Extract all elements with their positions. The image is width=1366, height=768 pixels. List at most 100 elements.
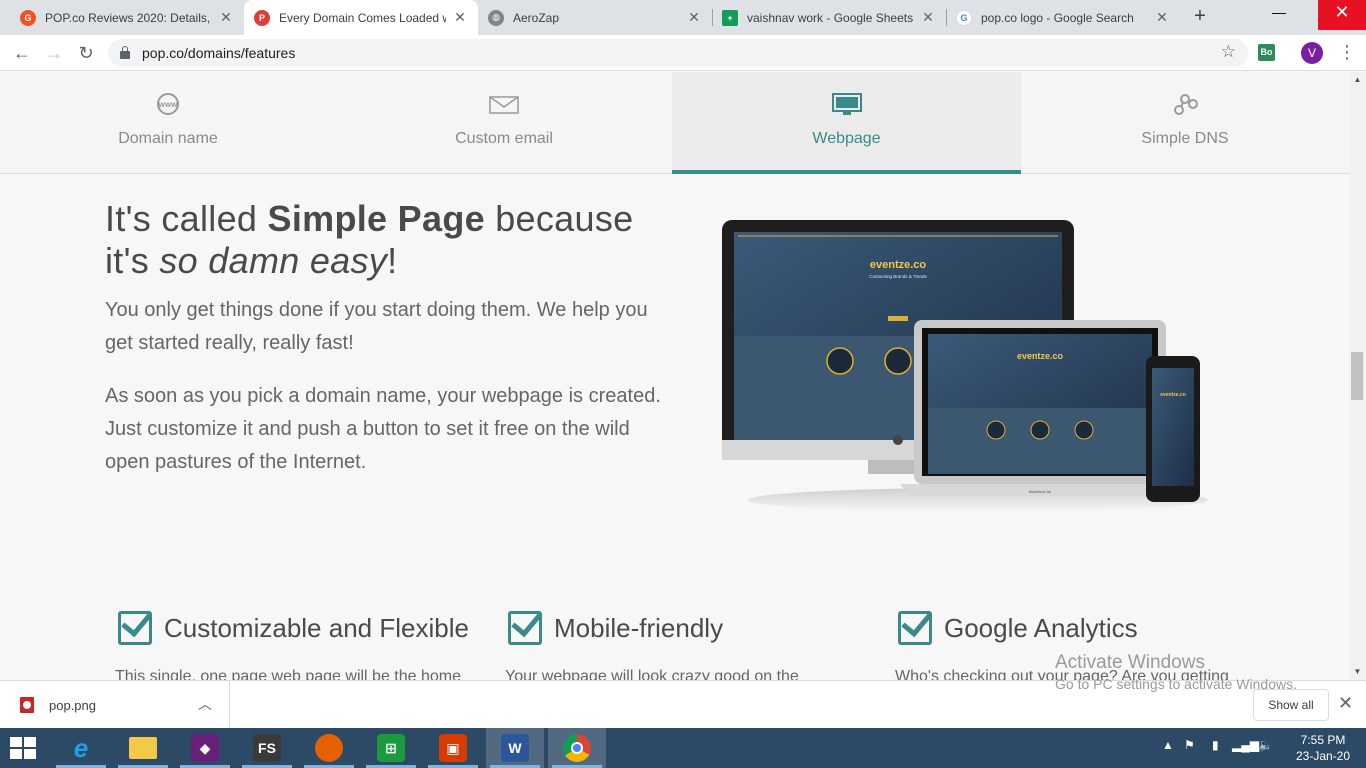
- activate-windows-watermark: Activate Windows Go to PC settings to ac…: [1055, 652, 1297, 692]
- scroll-down-arrow-icon[interactable]: ▼: [1349, 664, 1366, 680]
- close-download-bar-icon[interactable]: ✕: [1338, 693, 1353, 714]
- image-file-icon: [20, 697, 34, 713]
- tab-simple-dns[interactable]: Simple DNS: [1021, 72, 1349, 174]
- chevron-up-icon[interactable]: ︿: [198, 694, 212, 714]
- action-center-flag-icon[interactable]: ⚑: [1184, 738, 1195, 752]
- svg-text:www: www: [158, 100, 178, 109]
- watermark-title: Activate Windows: [1055, 652, 1205, 673]
- imac-brand-text: eventze.co: [870, 259, 927, 271]
- firefox-icon[interactable]: [300, 728, 358, 768]
- www-icon: www: [157, 93, 179, 115]
- word-icon[interactable]: W: [486, 728, 544, 768]
- laptop-label-text: MacBook Air: [1029, 489, 1052, 494]
- sheets-icon: +: [722, 9, 738, 26]
- imac-tagline-text: Connecting Brands & Trends: [869, 274, 927, 279]
- new-tab-button[interactable]: +: [1188, 5, 1212, 29]
- hero-paragraph-1: You only get things done if you start do…: [105, 299, 648, 354]
- page-viewport: www Domain name Custom email Webpage Sim…: [0, 72, 1349, 680]
- headline-text: it's: [105, 240, 160, 281]
- system-clock[interactable]: 7:55 PM 23-Jan-20: [1290, 732, 1356, 764]
- lock-icon: [120, 46, 130, 59]
- browser-tab-active[interactable]: P Every Domain Comes Loaded w ✕: [244, 0, 478, 35]
- laptop-brand-text: eventze.co: [1017, 351, 1064, 361]
- fs-app-icon[interactable]: FS: [238, 728, 296, 768]
- browser-tab[interactable]: G pop.co logo - Google Search ✕: [946, 0, 1180, 35]
- store-icon[interactable]: ⊞: [362, 728, 420, 768]
- close-tab-icon[interactable]: ✕: [218, 9, 234, 26]
- page-scrollbar[interactable]: ▲ ▼: [1349, 72, 1366, 680]
- headline-italic: so damn easy: [159, 240, 388, 281]
- battery-icon[interactable]: ▮: [1212, 738, 1219, 752]
- feature-description: This single, one page web page will be t…: [115, 668, 461, 680]
- tab-custom-email[interactable]: Custom email: [336, 72, 672, 174]
- feature-title: Customizable and Flexible: [164, 612, 469, 643]
- download-filename: pop.png: [49, 698, 96, 713]
- tab-title: pop.co logo - Google Search: [981, 10, 1134, 25]
- forward-arrow-icon[interactable]: →: [42, 41, 66, 65]
- minimize-button[interactable]: —: [1256, 0, 1302, 30]
- bookmark-star-icon[interactable]: ☆: [1221, 42, 1236, 62]
- volume-icon[interactable]: 🔈: [1258, 738, 1273, 752]
- clock-time: 7:55 PM: [1300, 733, 1346, 747]
- tab-domain-name[interactable]: www Domain name: [0, 72, 336, 174]
- headline-text: because: [484, 198, 634, 239]
- address-bar[interactable]: pop.co/domains/features ☆: [108, 39, 1248, 67]
- feature-title: Mobile-friendly: [554, 612, 724, 643]
- feature-customizable: Customizable and Flexible: [118, 606, 469, 650]
- clock-date: 23-Jan-20: [1295, 749, 1351, 763]
- feature-mobile-friendly: Mobile-friendly: [508, 606, 723, 650]
- office-icon[interactable]: ▣: [424, 728, 482, 768]
- profile-avatar[interactable]: V: [1301, 42, 1323, 64]
- close-tab-icon[interactable]: ✕: [920, 9, 936, 26]
- windows-start-icon[interactable]: [10, 737, 36, 759]
- browser-tab[interactable]: ◍ AeroZap ✕: [478, 0, 712, 35]
- browser-tab[interactable]: G POP.co Reviews 2020: Details, P ✕: [10, 0, 244, 35]
- scroll-up-arrow-icon[interactable]: ▲: [1349, 72, 1366, 88]
- dns-icon: [1174, 94, 1198, 115]
- windows-taskbar: e ◆ FS ⊞ ▣ W ▲ ⚑ ▮ ▂▄▆ 🔈 7:55 PM 23-Jan-…: [0, 728, 1366, 768]
- tab-title: POP.co Reviews 2020: Details, P: [45, 10, 212, 25]
- back-arrow-icon[interactable]: ←: [10, 41, 34, 65]
- file-explorer-icon[interactable]: [114, 728, 172, 768]
- phone-brand-text: eventze.co: [1160, 392, 1186, 398]
- tab-title: AeroZap: [513, 10, 560, 25]
- network-signal-icon[interactable]: ▂▄▆: [1232, 738, 1259, 752]
- internet-explorer-icon[interactable]: e: [52, 728, 110, 768]
- menu-dots-icon[interactable]: ⋮: [1338, 40, 1356, 64]
- download-item[interactable]: pop.png ︿: [0, 681, 230, 729]
- watermark-subtitle: Go to PC settings to activate Windows.: [1055, 676, 1297, 692]
- g2-logo-icon: G: [20, 9, 36, 26]
- tab-title: vaishnav work - Google Sheets: [747, 10, 914, 25]
- tab-label: Webpage: [812, 130, 881, 147]
- headline-bold: Simple Page: [267, 198, 485, 239]
- show-hidden-icons[interactable]: ▲: [1162, 738, 1174, 752]
- extension-icon[interactable]: Bo: [1258, 44, 1275, 61]
- close-tab-icon[interactable]: ✕: [1154, 9, 1170, 26]
- google-icon: G: [956, 9, 972, 26]
- close-tab-icon[interactable]: ✕: [686, 9, 702, 26]
- headline-text: It's called: [105, 198, 268, 239]
- tab-label: Domain name: [118, 130, 218, 147]
- show-all-button[interactable]: Show all: [1253, 689, 1329, 721]
- close-window-button[interactable]: ✕: [1318, 0, 1366, 30]
- chrome-icon[interactable]: [548, 728, 606, 768]
- tab-title: Every Domain Comes Loaded w: [279, 10, 446, 25]
- scrollbar-thumb[interactable]: [1351, 352, 1363, 400]
- checkbox-icon: [898, 611, 932, 645]
- reload-icon[interactable]: ↻: [74, 41, 98, 65]
- page-headline: It's called Simple Page because it's so …: [105, 198, 633, 282]
- monitor-icon: [831, 93, 862, 115]
- headline-text: !: [387, 240, 398, 281]
- tab-label: Simple DNS: [1141, 130, 1229, 147]
- close-tab-icon[interactable]: ✕: [452, 9, 468, 26]
- browser-tab[interactable]: + vaishnav work - Google Sheets ✕: [712, 0, 946, 35]
- feature-google-analytics: Google Analytics: [898, 606, 1138, 650]
- devices-mockup-image: eventze.co Connecting Brands & Trends ev…: [722, 220, 1208, 512]
- url-text: pop.co/domains/features: [142, 45, 296, 61]
- tab-label: Custom email: [455, 130, 553, 147]
- tab-webpage[interactable]: Webpage: [672, 72, 1021, 174]
- hero-paragraph-2: As soon as you pick a domain name, your …: [105, 385, 661, 473]
- envelope-icon: [489, 96, 519, 114]
- visual-studio-icon[interactable]: ◆: [176, 728, 234, 768]
- feature-tabs: www Domain name Custom email Webpage Sim…: [0, 72, 1349, 174]
